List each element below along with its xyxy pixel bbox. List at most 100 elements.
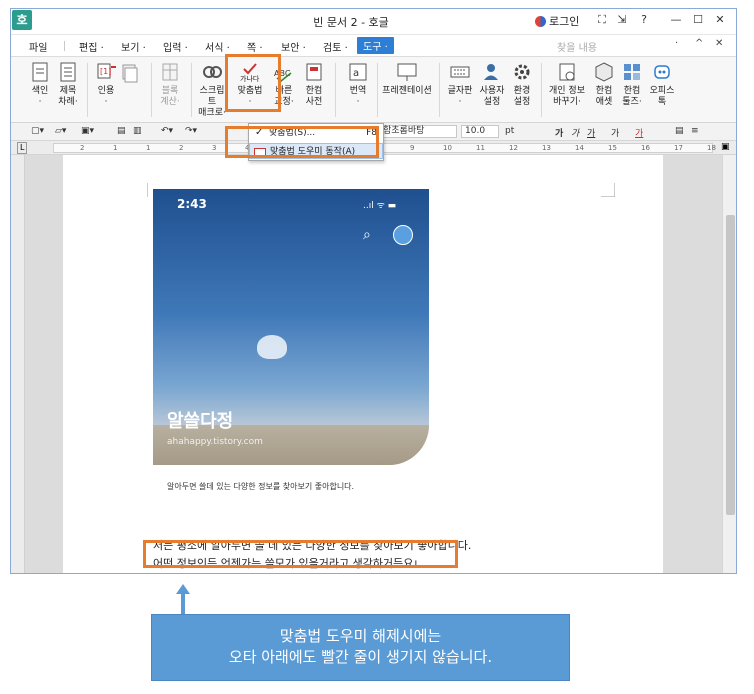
ruler-tick-label: 13 — [542, 144, 551, 152]
index-sub: · — [38, 97, 42, 107]
index-button[interactable]: 색인 · — [25, 61, 55, 108]
menu-view[interactable]: 보기 · — [121, 39, 146, 54]
print-icon[interactable]: ▤ — [117, 126, 126, 136]
search-dropdown-icon[interactable]: · — [675, 38, 678, 49]
app-logo-icon: 호 — [12, 10, 32, 30]
ribbon-divider — [87, 63, 88, 117]
strike-button[interactable]: 가 — [611, 126, 619, 139]
privacy-button[interactable]: 개인 정보 바꾸기· — [547, 61, 587, 108]
dictionary-label: 한컴 — [305, 86, 323, 96]
toc-button[interactable]: 제목 차례· — [53, 61, 83, 108]
block-calc-button[interactable]: 블록 계산· — [155, 61, 185, 108]
phone-time: 2:43 — [177, 197, 207, 211]
menu-tools[interactable]: 도구 · — [357, 37, 394, 54]
menu-file[interactable]: 파일 — [29, 39, 47, 54]
citation-icon: [1] — [97, 63, 116, 79]
italic-button[interactable]: 가 — [571, 126, 579, 139]
font-size-field[interactable]: 10.0 — [461, 125, 499, 138]
macro-label: 스크립트 — [199, 86, 225, 107]
ruler-tick-label: 2 — [80, 144, 85, 152]
dictionary-button[interactable]: 한컴 사전 — [299, 61, 329, 108]
font-name-field[interactable]: 함초롬바탕 — [379, 125, 457, 138]
callout-line-1: 맞춤법 도우미 해제시에는 — [279, 627, 442, 645]
font-unit[interactable]: pt — [505, 126, 514, 136]
align-left-icon[interactable]: ≡ — [691, 126, 699, 136]
vertical-scrollbar[interactable] — [722, 155, 736, 573]
translate-sub: · — [356, 97, 360, 107]
save-icon[interactable]: ▣▾ — [81, 126, 94, 136]
ruler-tick-label: 1 — [113, 144, 118, 152]
new-doc-icon[interactable]: ▢▾ — [31, 126, 44, 136]
keyboard-button[interactable]: 글자판 · — [445, 61, 475, 108]
env-settings-button[interactable]: 환경 설정 — [507, 61, 537, 108]
menu-review[interactable]: 검토 · — [323, 39, 348, 54]
login-button[interactable]: 로그인 — [535, 13, 579, 29]
privacy-sub: 바꾸기· — [553, 97, 581, 107]
redo-icon[interactable]: ↷▾ — [185, 126, 197, 136]
font-color-button[interactable]: 가 — [635, 126, 643, 139]
open-folder-icon[interactable]: ▱▾ — [55, 126, 66, 136]
menu-page[interactable]: 쪽 · — [247, 39, 263, 54]
tab-type-icon[interactable]: L — [17, 142, 28, 154]
env-settings-label: 환경 — [513, 86, 531, 96]
keyboard-icon — [450, 66, 470, 78]
presentation-button[interactable]: 프레젠테이션 — [381, 61, 433, 97]
app-window: 호 빈 문서 2 - 호글 로그인 ⛶ ⇲ ? — ☐ ✕ 파일 편집 · 보기… — [10, 8, 737, 574]
tools-button[interactable]: 한컴 툴즈· — [617, 61, 647, 108]
copy-icon — [122, 64, 138, 83]
help-icon[interactable]: ? — [637, 13, 651, 26]
ruler-tick-label: 18 — [707, 144, 716, 152]
ruler-tick-label: 15 — [608, 144, 617, 152]
vertical-ruler[interactable] — [11, 155, 25, 573]
avatar — [393, 225, 413, 245]
undo-icon[interactable]: ↶▾ — [161, 126, 173, 136]
translate-button[interactable]: a 번역 · — [343, 61, 373, 108]
callout-line-2: 오타 아래에도 빨간 줄이 생기지 않습니다. — [228, 648, 493, 666]
ribbon-divider — [541, 63, 542, 117]
ribbon-divider — [191, 63, 192, 117]
fullscreen-icon[interactable]: ⛶ — [595, 13, 609, 27]
collapse-ribbon-icon[interactable]: ^ — [695, 38, 703, 49]
menu-security[interactable]: 보안 · — [281, 39, 306, 54]
presentation-label: 프레젠테이션 — [382, 86, 432, 96]
small-tools[interactable] — [115, 63, 145, 88]
bold-button[interactable]: 가 — [555, 126, 563, 139]
close-button[interactable]: ✕ — [713, 13, 727, 26]
blog-title: 알쓸다정 — [167, 411, 234, 432]
user-settings-sub: 설정 — [483, 97, 501, 107]
pin-icon[interactable]: ⇲ — [615, 13, 629, 26]
keyboard-sub: · — [458, 97, 462, 107]
maximize-button[interactable]: ☐ — [691, 13, 705, 26]
citation-label: 인용 — [97, 86, 115, 96]
user-settings-label: 사용자 — [479, 86, 505, 96]
preview-icon[interactable]: ▥ — [133, 126, 142, 136]
asset-sub: 애셋 — [595, 97, 613, 107]
translate-label: 번역 — [349, 86, 367, 96]
asset-label: 한컴 — [595, 86, 613, 96]
ruler-tick-label: 1 — [146, 144, 151, 152]
index-label: 색인 — [31, 86, 49, 96]
close-doc-icon[interactable]: ✕ — [715, 38, 723, 49]
search-input[interactable]: 찾을 내용 — [557, 39, 687, 54]
menu-divider — [64, 41, 65, 51]
user-settings-button[interactable]: 사용자 설정 — [477, 61, 507, 108]
office-talk-button[interactable]: 오피스 톡 — [647, 61, 677, 108]
phone-status-icons: ..ıl ᯤ ▬ — [363, 201, 397, 211]
align-justify-icon[interactable]: ▤ — [675, 126, 684, 136]
menu-format[interactable]: 서식 · — [205, 39, 230, 54]
minimize-button[interactable]: — — [669, 13, 683, 26]
ruler-tick-label: 12 — [509, 144, 518, 152]
document-page[interactable]: 2:43 ..ıl ᯤ ▬ ⌕ 알쓸다정 ahahappy.tistory.co… — [63, 155, 663, 573]
macro-button[interactable]: 스크립트 매크로· — [197, 61, 227, 119]
asset-button[interactable]: 한컴 애셋 — [589, 61, 619, 108]
asset-icon — [595, 62, 613, 82]
scrollbar-thumb[interactable] — [726, 215, 735, 515]
login-icon — [535, 15, 546, 27]
menu-insert[interactable]: 입력 · — [163, 39, 188, 54]
menu-edit[interactable]: 편집 · — [79, 39, 104, 54]
underline-button[interactable]: 가 — [587, 126, 595, 139]
ruler-toggle-icon[interactable]: ▣ — [721, 142, 730, 152]
ruler-tick-label: 2 — [179, 144, 184, 152]
block-calc-icon — [162, 63, 178, 81]
embedded-screenshot[interactable]: 2:43 ..ıl ᯤ ▬ ⌕ 알쓸다정 ahahappy.tistory.co… — [153, 189, 429, 501]
